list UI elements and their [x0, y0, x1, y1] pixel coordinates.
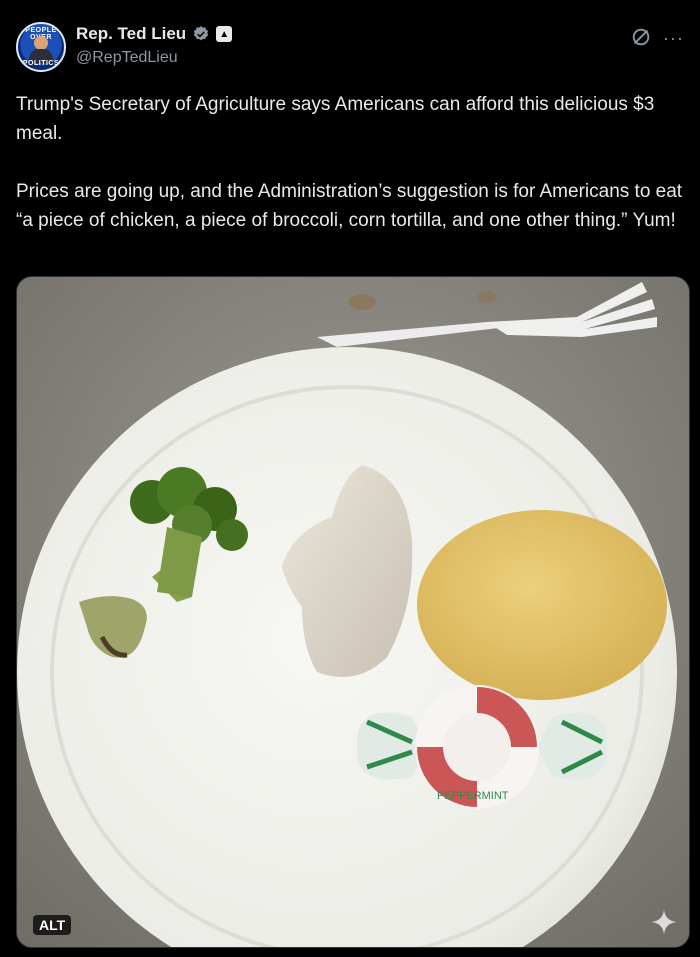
tortilla [417, 510, 667, 700]
alt-badge[interactable]: ALT [33, 915, 72, 935]
name-row: Rep. Ted Lieu ▲ [76, 24, 233, 44]
tweet-header: PEOPLE OVER POLITICS Rep. Ted Lieu ▲ @Re… [16, 22, 684, 78]
table-stain [477, 291, 497, 303]
display-name[interactable]: Rep. Ted Lieu [76, 24, 186, 44]
handle[interactable]: @RepTedLieu [76, 49, 178, 67]
avatar-face [34, 36, 48, 50]
capitol-icon: ▲ [216, 26, 233, 42]
tweet-media[interactable]: PEPPERMINT ALT [16, 276, 690, 948]
candy-wrapper-text: PEPPERMINT [437, 790, 509, 802]
avatar[interactable]: PEOPLE OVER POLITICS [16, 22, 66, 72]
sparkle-icon [651, 909, 677, 935]
tweet-text: Trump's Secretary of Agriculture says Am… [16, 94, 683, 231]
avatar-text-bottom: POLITICS [22, 60, 60, 67]
table-stain [348, 294, 376, 310]
verified-badge-icon [194, 26, 209, 41]
meal-photo: PEPPERMINT [17, 277, 689, 947]
grok-icon[interactable] [630, 26, 652, 48]
more-icon[interactable]: ··· [663, 28, 684, 49]
